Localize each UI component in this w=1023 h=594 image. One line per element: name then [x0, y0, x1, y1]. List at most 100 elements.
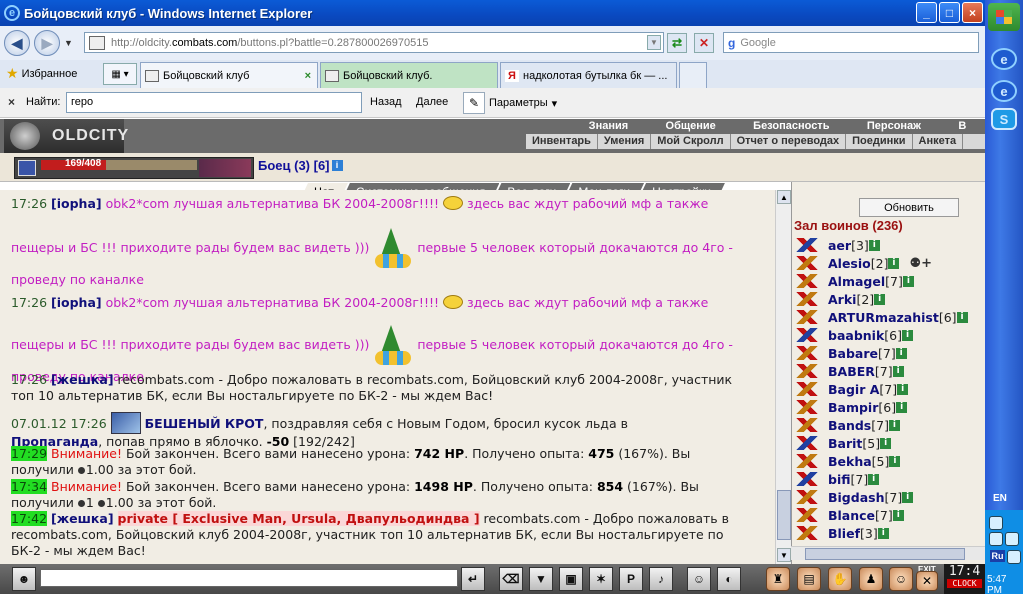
player-row[interactable]: Almagel [7] i	[796, 272, 984, 290]
bag-icon[interactable]: ♜	[766, 567, 790, 591]
send-button[interactable]: ↵	[461, 567, 485, 591]
exit-button[interactable]: ✕	[916, 571, 938, 591]
player-row[interactable]: Bagir A [7] i	[796, 380, 984, 398]
smile-button[interactable]: ☺	[687, 567, 711, 591]
tray-icon[interactable]	[989, 532, 1003, 546]
player-name[interactable]: aer	[828, 238, 851, 253]
info-icon[interactable]: i	[902, 275, 914, 287]
submenu-inventory[interactable]: Инвентарь	[526, 134, 598, 149]
tray-icon[interactable]	[989, 516, 1003, 530]
msg-nick[interactable]: [iopha]	[51, 295, 102, 310]
player-name[interactable]: Barit	[828, 436, 862, 451]
history-dropdown-icon[interactable]: ▼	[64, 38, 73, 48]
ie-taskbar-icon[interactable]: e	[991, 80, 1017, 102]
submenu-my-scroll[interactable]: Мой Скролл	[651, 134, 731, 149]
info-icon[interactable]: i	[868, 239, 880, 251]
submenu-profile[interactable]: Анкета	[913, 134, 964, 149]
info-icon[interactable]: i	[895, 347, 907, 359]
submenu-transfers[interactable]: Отчет о переводах	[731, 134, 847, 149]
info-icon[interactable]: i	[880, 437, 892, 449]
address-input[interactable]: http://oldcity. combats.com/buttons.pl?ba…	[84, 32, 664, 53]
speaker-button[interactable]: ◐	[717, 567, 741, 591]
player-name[interactable]: Blance	[828, 508, 875, 523]
player-row[interactable]: Bampir [6] i	[796, 398, 984, 416]
find-options-button[interactable]: ✎ Параметры ▾	[463, 92, 557, 114]
players-hscrollbar[interactable]	[791, 546, 985, 560]
menu-security[interactable]: Безопасность	[753, 120, 829, 134]
msg-nick[interactable]: [жешка]	[51, 511, 114, 526]
start-button[interactable]	[988, 3, 1020, 31]
player-name[interactable]: Alesio	[828, 256, 871, 271]
tab-combats-2[interactable]: Бойцовский клуб.	[320, 62, 498, 88]
close-button[interactable]: ×	[962, 2, 983, 23]
player-name[interactable]: BABER	[828, 364, 875, 379]
find-input[interactable]: геро	[66, 92, 362, 113]
msg-nick[interactable]: [iopha]	[51, 196, 102, 211]
chest-icon[interactable]: ▤	[797, 567, 821, 591]
player-name[interactable]: Bands	[828, 418, 871, 433]
find-prev-button[interactable]: Назад	[370, 96, 402, 108]
stop-icon[interactable]: ✕	[694, 33, 714, 53]
fighter-label[interactable]: Боец (3) [6] i	[258, 158, 343, 173]
player-row[interactable]: Babare [7] i	[796, 344, 984, 362]
forward-button[interactable]: ▶	[34, 30, 60, 56]
player-name[interactable]: Babare	[828, 346, 878, 361]
player-name[interactable]: Bagir A	[828, 382, 879, 397]
player-row[interactable]: baabnik [6] i	[796, 326, 984, 344]
scroll-thumb[interactable]	[777, 490, 791, 540]
scroll-down-icon[interactable]: ▼	[777, 548, 791, 562]
submenu-skills[interactable]: Умения	[598, 134, 652, 149]
player-row[interactable]: Alesio [2] i ⚉+	[796, 254, 984, 272]
info-icon[interactable]: i	[868, 473, 880, 485]
tab-yandex[interactable]: Я надколотая бутылка бк — ...	[500, 62, 677, 88]
player-row[interactable]: Blance [7] i	[796, 506, 984, 524]
info-icon[interactable]: i	[892, 365, 904, 377]
filter-button[interactable]: ▼	[529, 567, 553, 591]
player-name[interactable]: Bekha	[828, 454, 872, 469]
close-find-icon[interactable]: ×	[8, 95, 15, 109]
maximize-button[interactable]: □	[939, 2, 960, 23]
info-icon[interactable]: i	[888, 419, 900, 431]
menu-more[interactable]: В	[958, 120, 966, 134]
address-dropdown-icon[interactable]: ▼	[647, 35, 661, 50]
tray-language[interactable]: Ru	[990, 550, 1005, 562]
refresh-button[interactable]: Обновить	[859, 198, 959, 217]
menu-character[interactable]: Персонаж	[867, 120, 921, 134]
quick-tabs-button[interactable]: ▦ ▾	[103, 63, 137, 85]
info-icon[interactable]: i	[888, 257, 900, 269]
fight-button[interactable]: ✶	[589, 567, 613, 591]
chat-scrollbar[interactable]: ▲ ▼	[775, 190, 791, 564]
player-row[interactable]: Bands [7] i	[796, 416, 984, 434]
msg-nick[interactable]: БЕШЕНЫЙ КРОТ	[145, 416, 264, 431]
favorites-button[interactable]: ★ Избранное	[6, 65, 77, 82]
hscroll-thumb[interactable]	[805, 548, 965, 560]
clear-button[interactable]: ⌫	[499, 567, 523, 591]
player-row[interactable]: Barit [5] i	[796, 434, 984, 452]
tray-icon[interactable]	[1005, 532, 1019, 546]
player-name[interactable]: Bampir	[828, 400, 878, 415]
player-row[interactable]: aer [3] i	[796, 236, 984, 254]
player-row[interactable]: Blief [3] i	[796, 524, 984, 542]
info-icon[interactable]: i	[896, 401, 908, 413]
info-icon[interactable]: i	[874, 293, 886, 305]
face-icon[interactable]: ☺	[889, 567, 913, 591]
find-next-button[interactable]: Далее	[416, 96, 448, 108]
player-name[interactable]: ARTURmazahist	[828, 310, 939, 325]
save-icon[interactable]: ▣	[559, 567, 583, 591]
sound-button[interactable]: ♪	[649, 567, 673, 591]
submenu-battles[interactable]: Поединки	[846, 134, 913, 149]
smiles-button[interactable]: ☻	[12, 567, 36, 591]
player-row[interactable]: Arki [2] i	[796, 290, 984, 308]
player-row[interactable]: Bigdash [7] i	[796, 488, 984, 506]
msg-private-recipients[interactable]: private [ Exclusive Man, Ursula, Двапуль…	[117, 511, 480, 526]
volume-icon[interactable]	[1007, 550, 1021, 564]
minimize-button[interactable]: _	[916, 2, 937, 23]
info-icon[interactable]: i	[901, 329, 913, 341]
oldcity-logo[interactable]: OLDCITY	[4, 119, 128, 153]
hands-icon[interactable]: ✋	[828, 567, 852, 591]
info-icon[interactable]: i	[902, 491, 914, 503]
tab-close-icon[interactable]: ×	[305, 70, 311, 82]
menu-communication[interactable]: Общение	[666, 120, 716, 134]
player-row[interactable]: bifi [7] i	[796, 470, 984, 488]
player-name[interactable]: bifi	[828, 472, 851, 487]
